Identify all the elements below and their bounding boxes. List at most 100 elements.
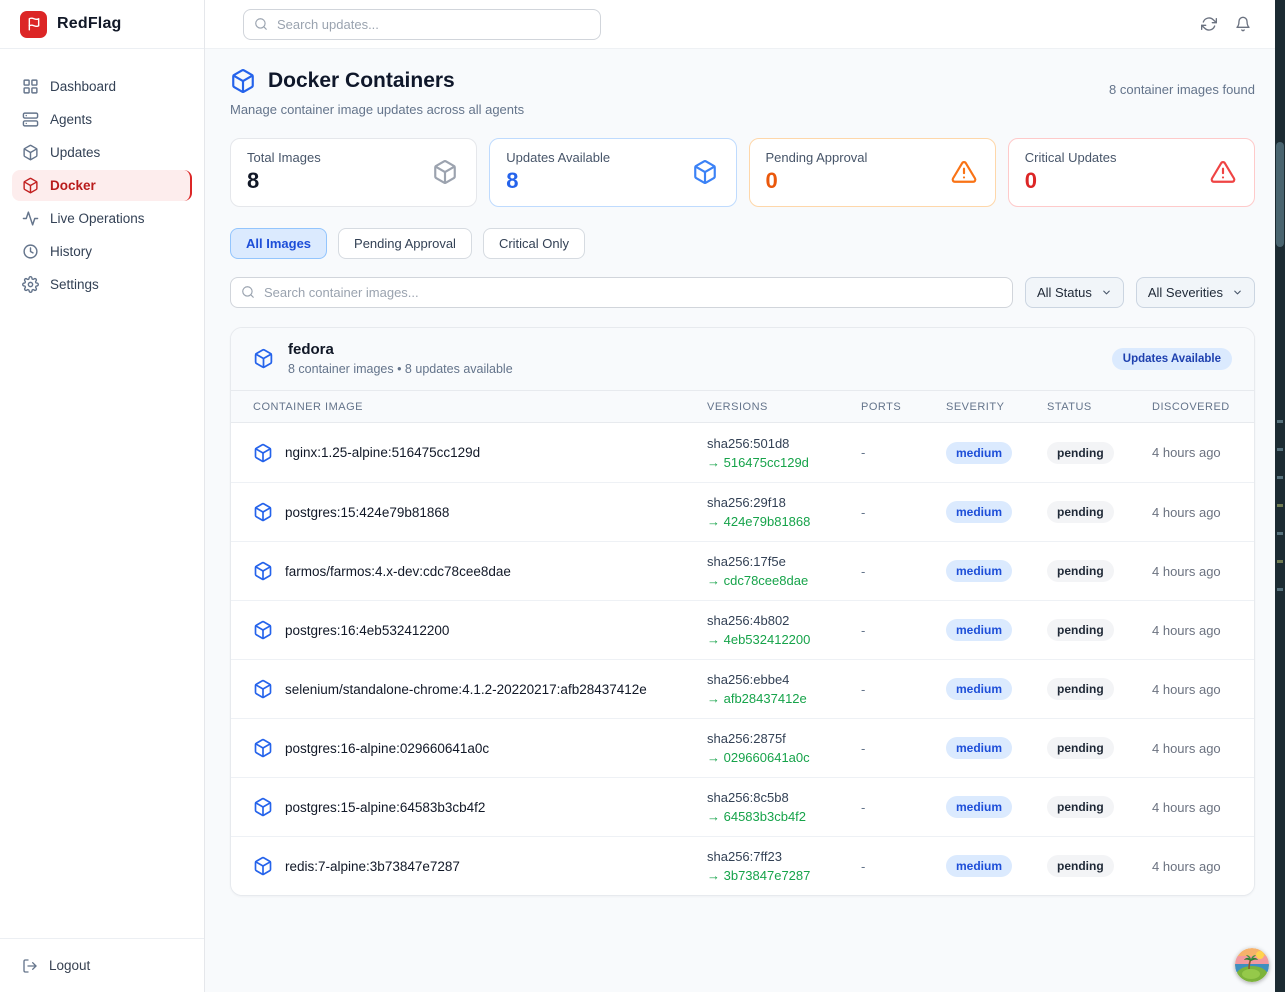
discovered-time: 4 hours ago: [1152, 859, 1232, 874]
ports-value: -: [861, 445, 946, 460]
ports-value: -: [861, 623, 946, 638]
page-scrollbar[interactable]: [1275, 0, 1285, 992]
version-current: sha256:8c5b8: [707, 790, 861, 805]
version-current: sha256:4b802: [707, 613, 861, 628]
status-badge: pending: [1047, 442, 1114, 464]
discovered-time: 4 hours ago: [1152, 682, 1232, 697]
page-header: Docker Containers Manage container image…: [230, 68, 1255, 117]
table-row[interactable]: postgres:15-alpine:64583b3cb4f2 sha256:8…: [231, 777, 1254, 836]
stat-value: 0: [766, 168, 868, 194]
discovered-time: 4 hours ago: [1152, 623, 1232, 638]
discovered-time: 4 hours ago: [1152, 564, 1232, 579]
version-new: → 3b73847e7287: [707, 868, 861, 883]
stat-value: 8: [247, 168, 321, 194]
stat-label: Critical Updates: [1025, 150, 1117, 165]
chevron-down-icon: [1101, 287, 1112, 298]
version-current: sha256:17f5e: [707, 554, 861, 569]
status-badge: pending: [1047, 501, 1114, 523]
refresh-icon[interactable]: [1201, 16, 1217, 32]
container-image-name: postgres:15:424e79b81868: [285, 505, 449, 520]
container-image-name: postgres:16:4eb532412200: [285, 623, 449, 638]
status-badge: pending: [1047, 560, 1114, 582]
container-cube-icon: [692, 159, 718, 185]
topbar: [205, 0, 1285, 49]
result-count: 8 container images found: [1109, 82, 1255, 97]
sidebar-footer: Logout: [0, 938, 204, 992]
page-title: Docker Containers: [268, 69, 455, 93]
stat-value: 8: [506, 168, 610, 194]
severity-filter-select[interactable]: All Severities: [1136, 277, 1255, 308]
container-cube-icon: [253, 561, 273, 581]
tab-pending-approval[interactable]: Pending Approval: [338, 228, 472, 259]
severity-badge: medium: [946, 442, 1012, 464]
search-icon: [254, 17, 268, 31]
bell-icon[interactable]: [1235, 16, 1251, 32]
container-cube-icon: [230, 68, 256, 94]
group-header: fedora 8 container images • 8 updates av…: [231, 328, 1254, 390]
sidebar-item-agents[interactable]: Agents: [12, 104, 192, 135]
table-row[interactable]: postgres:16:4eb532412200 sha256:4b802 → …: [231, 600, 1254, 659]
table-row[interactable]: farmos/farmos:4.x-dev:cdc78cee8dae sha25…: [231, 541, 1254, 600]
ports-value: -: [861, 859, 946, 874]
package-icon: [22, 144, 39, 161]
version-new: → 516475cc129d: [707, 455, 861, 470]
dashboard-grid-icon: [22, 78, 39, 95]
severity-badge: medium: [946, 619, 1012, 641]
scrollbar-thumb[interactable]: [1276, 142, 1284, 247]
table-row[interactable]: nginx:1.25-alpine:516475cc129d sha256:50…: [231, 423, 1254, 482]
brand: RedFlag: [0, 0, 204, 49]
version-new: → 64583b3cb4f2: [707, 809, 861, 824]
status-badge: pending: [1047, 737, 1114, 759]
version-new: → 4eb532412200: [707, 632, 861, 647]
container-image-name: postgres:15-alpine:64583b3cb4f2: [285, 800, 485, 815]
logout-icon: [22, 958, 38, 974]
stat-card-pending-approval: Pending Approval 0: [749, 138, 996, 207]
status-badge: pending: [1047, 619, 1114, 641]
stat-label: Updates Available: [506, 150, 610, 165]
status-filter-value: All Status: [1037, 285, 1092, 300]
sidebar-item-updates[interactable]: Updates: [12, 137, 192, 168]
version-new: → cdc78cee8dae: [707, 573, 861, 588]
stat-card-total-images: Total Images 8: [230, 138, 477, 207]
island-widget-button[interactable]: [1235, 948, 1269, 982]
version-new: → 424e79b81868: [707, 514, 861, 529]
filter-row: All Status All Severities: [230, 277, 1255, 308]
sidebar-item-docker[interactable]: Docker: [12, 170, 192, 201]
sidebar-item-dashboard[interactable]: Dashboard: [12, 71, 192, 102]
discovered-time: 4 hours ago: [1152, 800, 1232, 815]
version-new: → 029660641a0c: [707, 750, 861, 765]
status-badge: pending: [1047, 678, 1114, 700]
table-row[interactable]: postgres:15:424e79b81868 sha256:29f18 → …: [231, 482, 1254, 541]
brand-name: RedFlag: [57, 15, 122, 33]
page-subtitle: Manage container image updates across al…: [230, 102, 524, 117]
table-row[interactable]: redis:7-alpine:3b73847e7287 sha256:7ff23…: [231, 836, 1254, 895]
tab-critical-only[interactable]: Critical Only: [483, 228, 585, 259]
discovered-time: 4 hours ago: [1152, 741, 1232, 756]
warning-triangle-icon: [1210, 159, 1236, 185]
sidebar-item-settings[interactable]: Settings: [12, 269, 192, 300]
filter-tabs: All Images Pending Approval Critical Onl…: [230, 228, 1255, 259]
ports-value: -: [861, 741, 946, 756]
table-row[interactable]: postgres:16-alpine:029660641a0c sha256:2…: [231, 718, 1254, 777]
sidebar-item-history[interactable]: History: [12, 236, 192, 267]
chevron-down-icon: [1232, 287, 1243, 298]
global-search-input[interactable]: [243, 9, 601, 40]
sidebar-item-label: History: [50, 244, 92, 259]
sidebar-item-live-operations[interactable]: Live Operations: [12, 203, 192, 234]
island-icon: [1235, 948, 1269, 982]
severity-filter-value: All Severities: [1148, 285, 1223, 300]
discovered-time: 4 hours ago: [1152, 445, 1232, 460]
image-group-card: fedora 8 container images • 8 updates av…: [230, 327, 1255, 896]
search-icon: [241, 285, 255, 299]
status-filter-select[interactable]: All Status: [1025, 277, 1124, 308]
package-icon: [432, 159, 458, 185]
logout-label: Logout: [49, 958, 90, 973]
container-image-name: selenium/standalone-chrome:4.1.2-2022021…: [285, 682, 647, 697]
container-image-name: redis:7-alpine:3b73847e7287: [285, 859, 460, 874]
stat-value: 0: [1025, 168, 1117, 194]
table-body: nginx:1.25-alpine:516475cc129d sha256:50…: [231, 423, 1254, 895]
tab-all-images[interactable]: All Images: [230, 228, 327, 259]
logout-button[interactable]: Logout: [22, 958, 90, 974]
table-row[interactable]: selenium/standalone-chrome:4.1.2-2022021…: [231, 659, 1254, 718]
image-search-input[interactable]: [230, 277, 1013, 308]
